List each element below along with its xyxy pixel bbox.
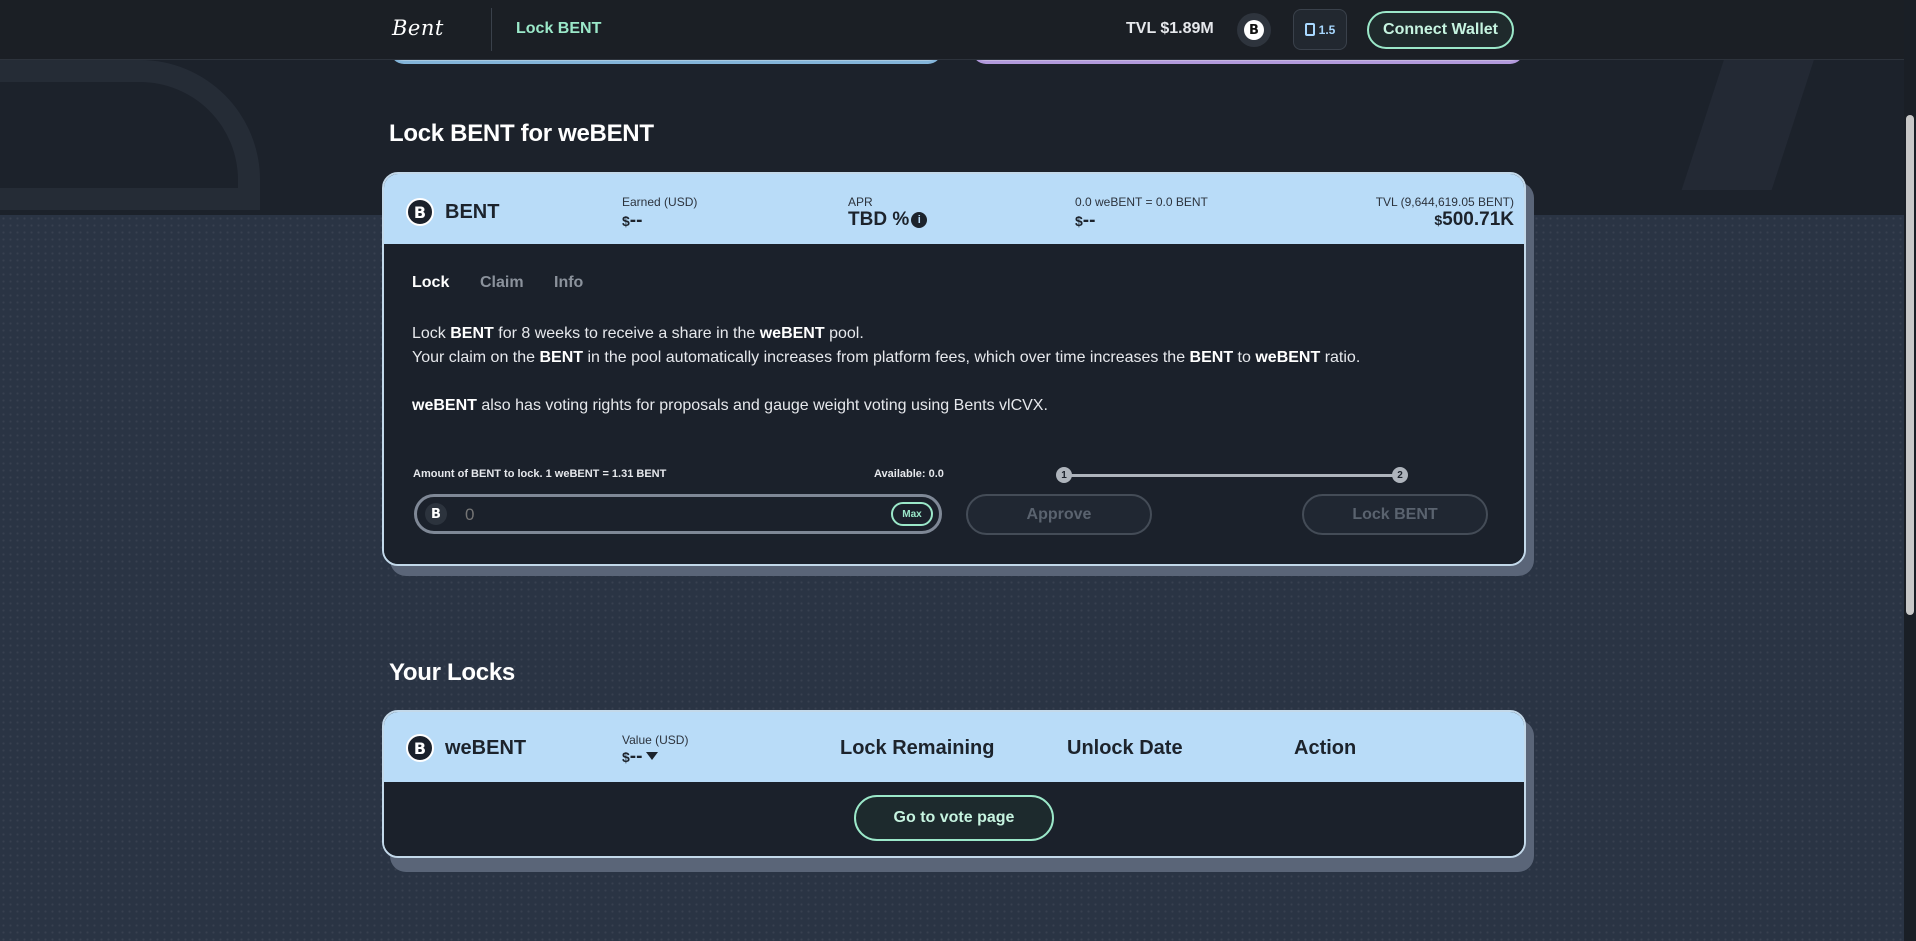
amount-field[interactable]: B Max <box>414 494 942 534</box>
locks-card-body: Go to vote page <box>384 782 1524 856</box>
approve-button[interactable]: Approve <box>966 494 1152 535</box>
amount-input[interactable] <box>465 503 865 527</box>
gas-price-indicator[interactable]: 1.5 <box>1293 9 1347 50</box>
value-usd-label: Value (USD) <box>622 733 689 747</box>
lock-card: B BENT Earned (USD) $-- APR TBD % i 0.0 w… <box>382 172 1526 566</box>
scrollbar-thumb[interactable] <box>1906 115 1914 615</box>
col-action: Action <box>1294 737 1357 759</box>
info-icon[interactable]: i <box>911 212 928 228</box>
apr-label: APR <box>848 195 873 209</box>
lock-description: Lock BENT for 8 weeks to receive a share… <box>412 325 1361 414</box>
bent-token-icon: B <box>1244 20 1264 40</box>
webent-coin-icon: B <box>406 734 434 762</box>
step-1-indicator: 1 <box>1056 467 1072 483</box>
nav-lock-bent[interactable]: Lock BENT <box>516 20 601 38</box>
lock-card-header: B BENT Earned (USD) $-- APR TBD % i 0.0 w… <box>384 174 1524 244</box>
lock-card-body: Lock Claim Info Lock BENT for 8 weeks to… <box>384 244 1524 564</box>
top-navbar: Bent Lock BENT TVL $1.89M B 1.5 Connect … <box>0 0 1904 60</box>
header-tvl: TVL $1.89M <box>1126 20 1214 37</box>
apr-value: TBD % i <box>848 209 928 231</box>
bent-coin-icon: B <box>406 198 434 226</box>
lock-bent-button[interactable]: Lock BENT <box>1302 494 1488 535</box>
step-2-indicator: 2 <box>1392 467 1408 483</box>
pool-token-name: BENT <box>445 201 500 223</box>
your-locks-title: Your Locks <box>389 659 515 686</box>
value-usd-dropdown[interactable]: $-- <box>622 746 659 768</box>
bent-logo[interactable]: Bent <box>392 16 444 40</box>
bent-token-button[interactable]: B <box>1237 13 1271 47</box>
tvl-label: TVL (9,644,619.05 BENT) <box>1375 195 1514 209</box>
tab-info[interactable]: Info <box>554 274 583 292</box>
col-unlock-date: Unlock Date <box>1067 737 1183 759</box>
header-divider <box>491 8 492 51</box>
bent-token-icon: B <box>425 503 447 525</box>
max-button[interactable]: Max <box>891 502 933 526</box>
lock-section-title: Lock BENT for weBENT <box>389 120 654 147</box>
ratio-value: $-- <box>1075 210 1096 231</box>
earned-label: Earned (USD) <box>622 195 698 209</box>
locks-card-header: B weBENT Value (USD) $-- Lock Remaining … <box>384 712 1524 782</box>
tab-lock[interactable]: Lock <box>412 274 449 292</box>
go-to-vote-page-button[interactable]: Go to vote page <box>854 795 1054 841</box>
gas-pump-icon <box>1304 23 1315 36</box>
connect-wallet-button[interactable]: Connect Wallet <box>1367 11 1514 49</box>
available-balance: Available: 0.0 <box>874 468 944 480</box>
amount-label: Amount of BENT to lock. 1 weBENT = 1.31 … <box>413 468 667 480</box>
col-lock-remaining: Lock Remaining <box>840 737 995 759</box>
gas-price-value: 1.5 <box>1318 22 1336 37</box>
scrollbar-track[interactable] <box>1904 0 1916 941</box>
tab-claim[interactable]: Claim <box>480 274 524 292</box>
caret-down-icon <box>646 752 659 760</box>
tvl-value: $500.71K <box>1434 209 1514 230</box>
progress-stepper-line <box>1064 474 1400 477</box>
locks-card: B weBENT Value (USD) $-- Lock Remaining … <box>382 710 1526 858</box>
earned-value: $-- <box>622 210 643 231</box>
ratio-label: 0.0 weBENT = 0.0 BENT <box>1075 195 1208 209</box>
locks-token-name: weBENT <box>445 737 527 759</box>
